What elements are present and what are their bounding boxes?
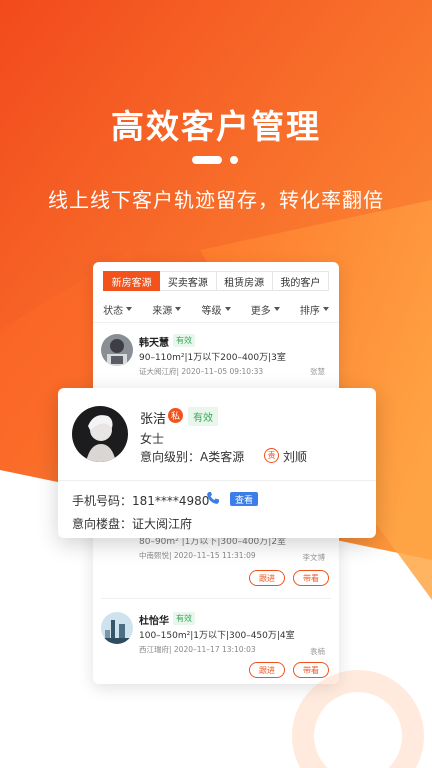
filter-status[interactable]: 状态 [93, 298, 142, 320]
status-badge: 有效 [188, 407, 218, 426]
customer-gender: 女士 [140, 432, 165, 446]
follow-up-button[interactable]: 跟进 [249, 662, 285, 678]
customer-requirement: 90–110m²|1万以下200–400万|3室 [139, 353, 286, 363]
chevron-down-icon [322, 307, 329, 311]
filter-more[interactable]: 更多 [241, 298, 290, 320]
chevron-down-icon [224, 307, 231, 311]
avatar [101, 334, 133, 366]
status-badge: 有效 [173, 612, 195, 625]
hero-subtitle: 线上线下客户轨迹留存，转化率翻倍 [48, 188, 384, 212]
list-item[interactable]: 杜怡华 有效 100–150m²|1万以下|300–450万|4室 西江瑞府| … [93, 606, 339, 682]
tab-new-house[interactable]: 新房客源 [103, 271, 161, 291]
intended-project: 意向楼盘：证大阅江府 [72, 517, 193, 531]
chevron-down-icon [126, 307, 133, 311]
avatar [101, 612, 133, 644]
customer-detail-popup[interactable]: 张洁 私 有效 女士 意向级别：A类客源 责 刘顺 手机号码：181****49… [58, 388, 376, 538]
filter-source[interactable]: 来源 [142, 298, 191, 320]
pager-dot-active [192, 156, 222, 164]
customer-meta: 中南熙悦| 2020–11–15 11:31:09 [139, 551, 256, 560]
pager-dots [192, 156, 240, 166]
agent-name: 袁楠 [310, 647, 325, 656]
customer-meta: 西江瑞府| 2020–11–17 13:10:03 [139, 645, 256, 654]
intent-level: 意向级别：A类客源 [140, 450, 245, 464]
list-item[interactable]: 韩天慧 有效 90–110m²|1万以下200–400万|3室 证大阅江府| 2… [93, 330, 339, 390]
divider [58, 480, 376, 481]
chevron-down-icon [175, 307, 182, 311]
list-item[interactable]: 80–90m² |1万以下|300–400万|2室 中南熙悦| 2020–11–… [93, 530, 339, 592]
customer-meta: 证大阅江府| 2020–11–05 09:10:33 [139, 367, 264, 376]
pager-dot [230, 156, 238, 164]
filter-level[interactable]: 等级 [191, 298, 240, 320]
show-house-button[interactable]: 带看 [293, 570, 329, 586]
tab-my-customers[interactable]: 我的客户 [272, 271, 329, 291]
agent-name: 张慧 [310, 367, 325, 376]
show-house-button[interactable]: 带看 [293, 662, 329, 678]
filter-bar: 状态 来源 等级 更多 排序 [93, 298, 339, 320]
follow-up-button[interactable]: 跟进 [249, 570, 285, 586]
divider [101, 598, 331, 599]
source-tabs: 新房客源 买卖客源 租赁房源 我的客户 [103, 271, 329, 291]
responsible-tag: 责 [264, 448, 279, 463]
customer-name: 杜怡华 [139, 616, 169, 627]
customer-name: 韩天慧 [139, 338, 169, 349]
chevron-down-icon [273, 307, 280, 311]
customer-name: 张洁 [140, 412, 167, 427]
phone-number: 手机号码：181****4980 [72, 494, 210, 508]
agent-name: 李文博 [302, 553, 326, 562]
avatar [72, 406, 128, 462]
responsible-agent: 刘顺 [283, 450, 308, 464]
filter-sort[interactable]: 排序 [290, 298, 339, 320]
tab-rental[interactable]: 租赁房源 [216, 271, 273, 291]
customer-requirement: 100–150m²|1万以下|300–450万|4室 [139, 631, 295, 641]
phone-icon[interactable] [206, 490, 220, 504]
hero-title: 高效客户管理 [111, 107, 321, 146]
status-badge: 有效 [173, 334, 195, 347]
view-phone-button[interactable]: 查看 [230, 492, 258, 506]
tab-buy-sell[interactable]: 买卖客源 [160, 271, 217, 291]
divider [93, 322, 339, 323]
private-tag: 私 [168, 408, 183, 423]
